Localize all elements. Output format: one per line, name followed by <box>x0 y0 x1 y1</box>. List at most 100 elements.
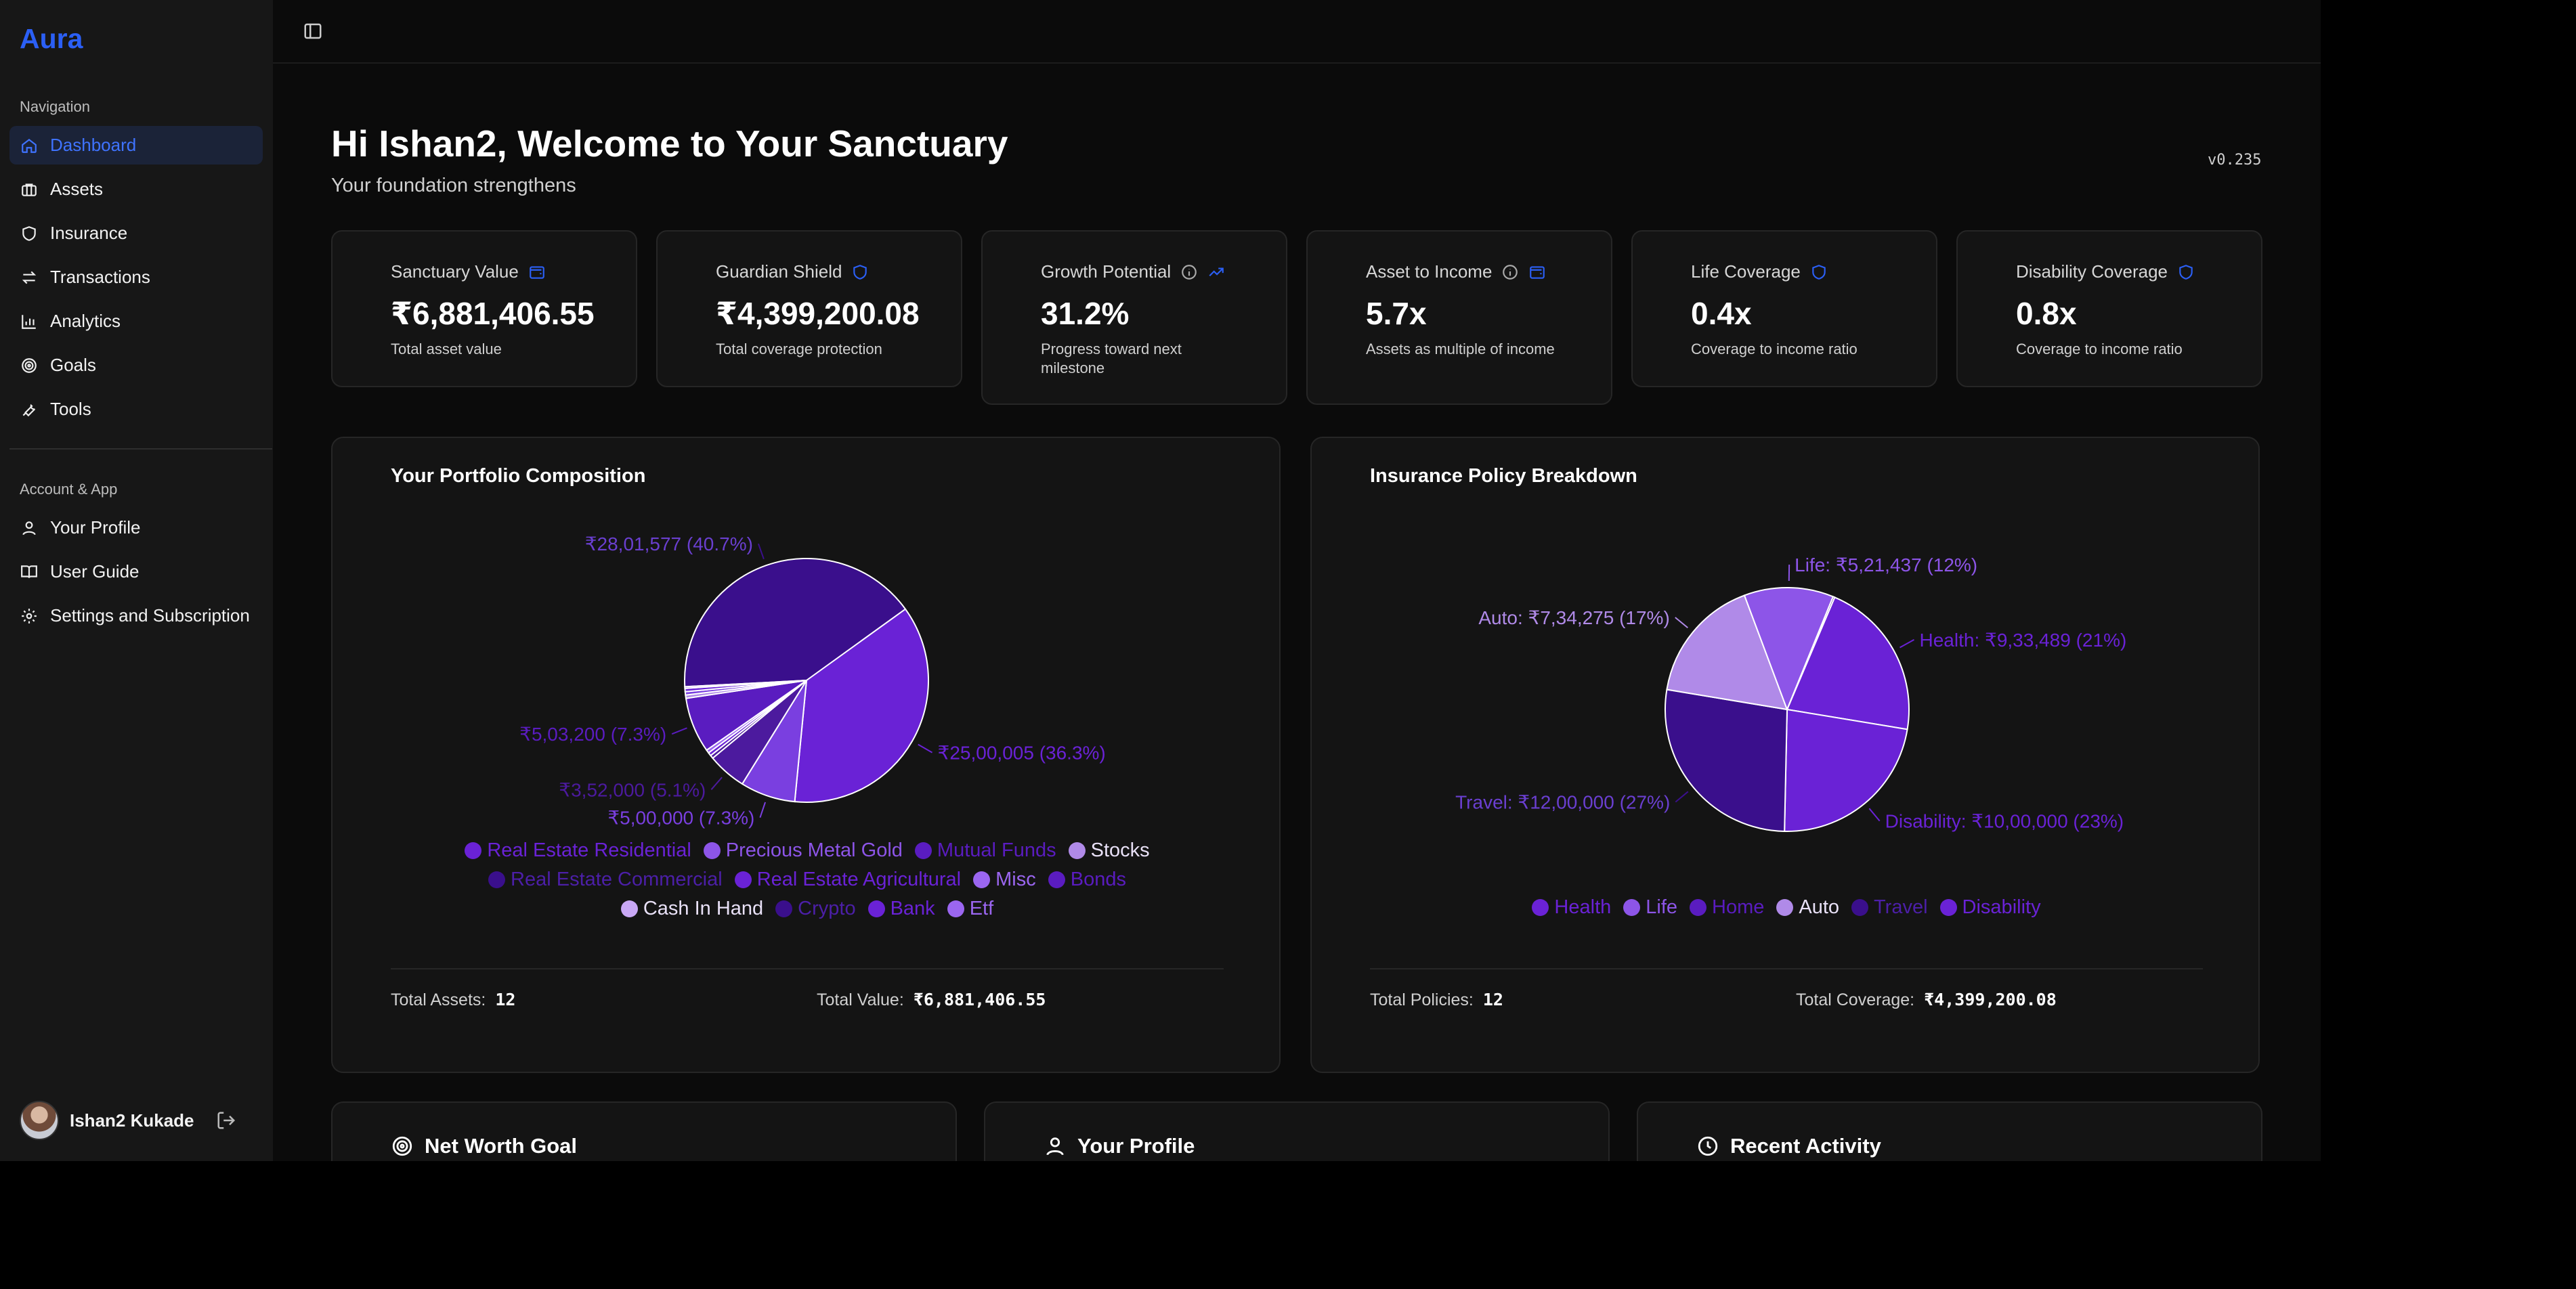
sidebar-item-label: Your Profile <box>50 517 141 538</box>
sidebar-item-insurance[interactable]: Insurance <box>9 214 263 253</box>
sidebar-item-user-guide[interactable]: User Guide <box>9 552 263 591</box>
legend-row: Real Estate Residential Precious Metal Go… <box>332 839 1282 862</box>
recent-activity-card[interactable]: Recent Activity <box>1637 1101 2262 1161</box>
legend-swatch <box>1623 899 1641 916</box>
total-assets-label: Total Assets: <box>391 990 486 1009</box>
book-icon <box>20 563 38 581</box>
legend-swatch <box>1939 899 1957 916</box>
main-content: Hi Ishan2, Welcome to Your Sanctuary You… <box>273 0 2321 1161</box>
stat-label-row: Life Coverage <box>1691 261 1828 282</box>
total-value-label: Total Value: <box>817 990 904 1009</box>
your-profile-card[interactable]: Your Profile <box>984 1101 1610 1161</box>
total-policies-value: 12 <box>1482 990 1503 1009</box>
user-menu[interactable]: Ishan2 Kukade <box>20 1101 257 1140</box>
sidebar-item-transactions[interactable]: Transactions <box>9 258 263 297</box>
card-title: Your Profile <box>1077 1134 1195 1158</box>
legend-item[interactable]: Real Estate Residential <box>465 839 691 862</box>
legend-item[interactable]: Travel <box>1851 896 1928 919</box>
total-assets: Total Assets: 12 <box>391 990 515 1010</box>
sidebar-item-analytics[interactable]: Analytics <box>9 302 263 341</box>
stat-card-guardian-shield: Guardian Shield ₹4,399,200.08 Total cove… <box>656 230 962 387</box>
total-policies-label: Total Policies: <box>1370 990 1474 1009</box>
sidebar-item-label: Dashboard <box>50 135 137 155</box>
home-icon <box>20 137 38 154</box>
insurance-pie-chart: Health: ₹9,33,489 (21%) Disability: ₹10,0… <box>1455 554 2126 832</box>
stat-caption: Coverage to income ratio <box>1691 341 1858 357</box>
sidebar-item-goals[interactable]: Goals <box>9 346 263 385</box>
legend-swatch <box>947 900 964 917</box>
legend-swatch <box>1851 899 1869 916</box>
sidebar-item-assets[interactable]: Assets <box>9 170 263 209</box>
stat-label-row: Asset to Income <box>1366 261 1546 282</box>
legend-item[interactable]: Misc <box>973 869 1036 891</box>
stat-card-sanctuary-value: Sanctuary Value ₹6,881,406.55 Total asse… <box>331 230 637 387</box>
legend-item[interactable]: Precious Metal Gold <box>703 839 903 862</box>
sidebar-item-label: Tools <box>50 399 91 419</box>
stat-value: 0.8x <box>2016 296 2077 331</box>
legend-item[interactable]: Home <box>1690 896 1764 919</box>
pie-slice-travel[interactable] <box>1665 689 1788 832</box>
legend-item[interactable]: Cash In Hand <box>620 898 763 920</box>
legend-item[interactable]: Crypto <box>775 898 856 920</box>
total-assets-value: 12 <box>495 990 516 1009</box>
legend-row: Real Estate Commercial Real Estate Agricu… <box>332 869 1282 891</box>
legend-item[interactable]: Real Estate Commercial <box>488 869 723 891</box>
card-title: Recent Activity <box>1730 1134 1881 1158</box>
trending-up-icon <box>1207 263 1225 281</box>
sidebar-toggle-icon[interactable] <box>303 21 323 41</box>
pie-label-leader <box>757 543 765 560</box>
pie-data-label: ₹28,01,577 (40.7%) <box>585 533 753 554</box>
pie-label-leader <box>710 777 723 790</box>
legend-item[interactable]: Health <box>1532 896 1611 919</box>
sidebar-item-label: Analytics <box>50 311 121 331</box>
stat-card-life-coverage: Life Coverage 0.4x Coverage to income ra… <box>1631 230 1937 387</box>
sidebar-item-label: Goals <box>50 355 96 375</box>
user-icon <box>1044 1135 1067 1158</box>
legend-label: Life <box>1646 896 1678 918</box>
logout-icon[interactable] <box>216 1110 236 1131</box>
info-icon[interactable] <box>1180 263 1198 281</box>
sidebar-item-dashboard[interactable]: Dashboard <box>9 126 263 165</box>
net-worth-goal-card[interactable]: Net Worth Goal <box>331 1101 957 1161</box>
sidebar-item-settings[interactable]: Settings and Subscription <box>9 596 263 635</box>
stat-label: Growth Potential <box>1041 261 1172 282</box>
legend-item[interactable]: Bank <box>867 898 935 920</box>
bar-chart-icon <box>20 313 38 330</box>
legend-item[interactable]: Etf <box>947 898 993 920</box>
sidebar-item-your-profile[interactable]: Your Profile <box>9 508 263 547</box>
brand-logo[interactable]: Aura <box>20 23 83 55</box>
wrench-icon <box>20 401 38 418</box>
stat-caption: Progress toward next milestone <box>1041 341 1182 376</box>
legend-label: Bank <box>890 898 935 919</box>
stat-label-row: Disability Coverage <box>2016 261 2195 282</box>
legend-item[interactable]: Mutual Funds <box>914 839 1056 862</box>
top-bar <box>273 0 2321 64</box>
legend-swatch <box>914 842 932 859</box>
pie-data-label: Auto: ₹7,34,275 (17%) <box>1478 607 1669 628</box>
legend-swatch <box>867 900 885 917</box>
legend-item[interactable]: Auto <box>1776 896 1839 919</box>
info-icon[interactable] <box>1501 263 1519 281</box>
shield-icon <box>851 263 869 281</box>
pie-data-label: ₹3,52,000 (5.1%) <box>559 779 706 800</box>
legend-row: Cash In Hand Crypto Bank Etf <box>332 898 1282 920</box>
legend-swatch <box>488 871 506 888</box>
pie-label-leader <box>1675 617 1688 629</box>
total-policies: Total Policies: 12 <box>1370 990 1503 1010</box>
legend-item[interactable]: Disability <box>1939 896 2041 919</box>
legend-item[interactable]: Real Estate Agricultural <box>734 869 962 891</box>
legend-label: Real Estate Agricultural <box>756 869 962 890</box>
avatar[interactable] <box>20 1101 59 1140</box>
legend-label: Precious Metal Gold <box>725 839 903 861</box>
legend-item[interactable]: Life <box>1623 896 1677 919</box>
sidebar-divider <box>9 448 272 450</box>
sidebar-item-tools[interactable]: Tools <box>9 390 263 429</box>
legend-swatch <box>1068 842 1086 859</box>
legend-item[interactable]: Stocks <box>1068 839 1150 862</box>
pie-label-leader <box>671 727 687 735</box>
pie-data-label: ₹25,00,005 (36.3%) <box>938 743 1106 764</box>
pie-data-label: Travel: ₹12,00,000 (27%) <box>1455 792 1670 813</box>
pie-label-leader <box>1899 639 1915 649</box>
legend-item[interactable]: Bonds <box>1048 869 1126 891</box>
pie-label-leader <box>759 802 767 818</box>
